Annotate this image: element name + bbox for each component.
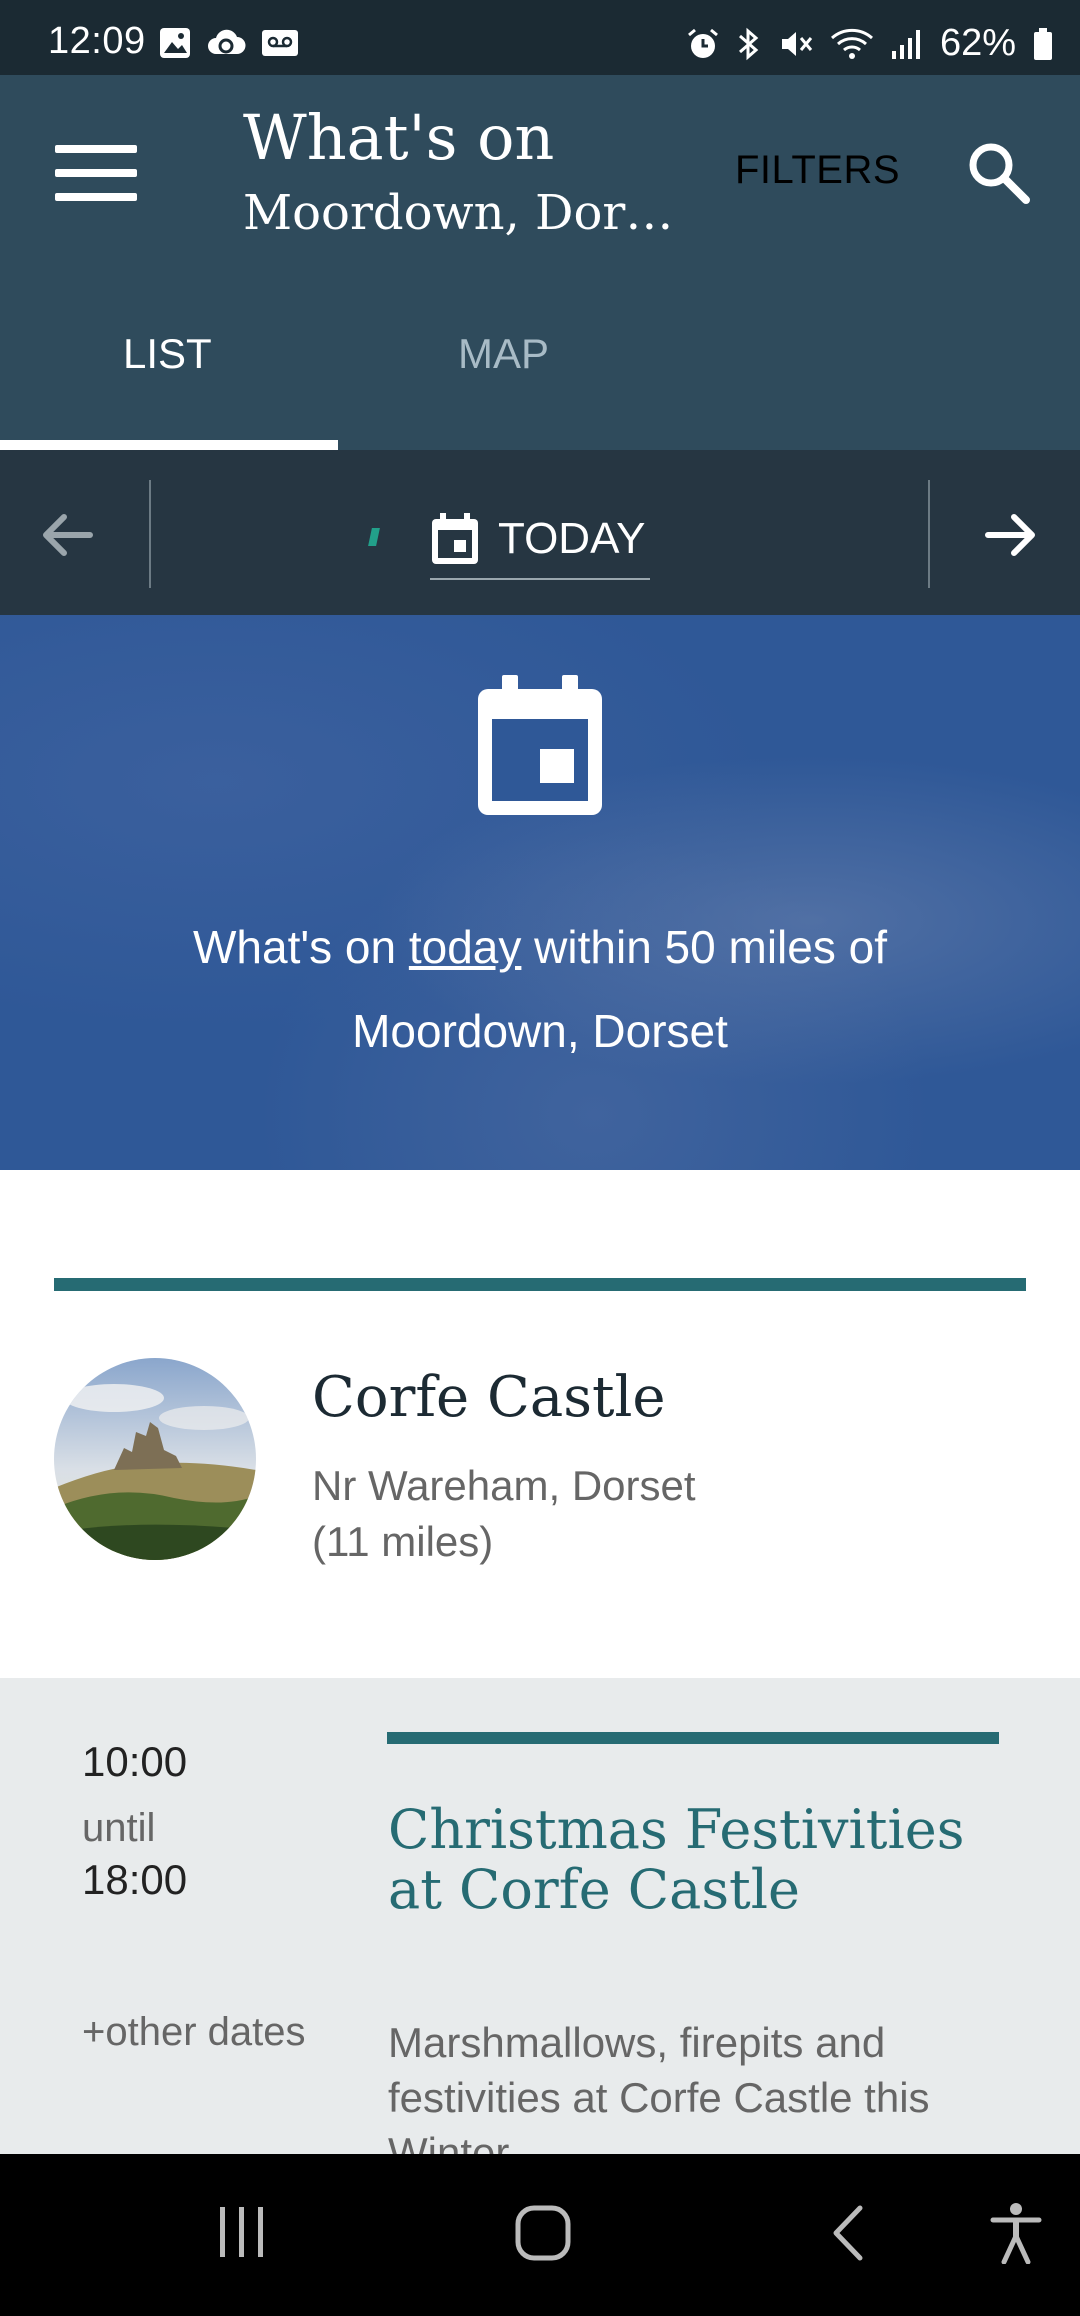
arrow-right-icon[interactable] [980,505,1040,565]
castle-image [54,1358,256,1560]
divider [928,480,930,588]
location-subtitle[interactable]: Moordown, Dor… [243,178,673,248]
venue-location: Nr Wareham, Dorset (11 miles) [312,1458,696,1570]
home-icon[interactable] [514,2204,572,2262]
search-icon[interactable] [966,140,1032,206]
recent-apps-icon[interactable] [214,2204,270,2260]
venue-address: Nr Wareham, Dorset [312,1462,696,1509]
menu-icon[interactable] [55,145,137,201]
tab-map[interactable]: MAP [458,330,549,378]
back-icon[interactable] [826,2204,870,2262]
bluetooth-icon [738,27,759,60]
status-time: 12:09 [48,20,146,62]
event-title[interactable]: Christmas Festivities at Corfe Castle [388,1800,1028,1920]
arrow-left-icon[interactable] [38,505,98,565]
venue-name[interactable]: Corfe Castle [312,1365,666,1430]
divider [149,480,151,588]
section-divider [54,1278,1026,1291]
gallery-icon [160,28,190,58]
battery-icon [1034,27,1052,60]
date-label: TODAY [498,514,646,563]
calendar-icon [432,513,478,564]
cloud-sync-icon [208,29,246,54]
status-system-icons: 62% [686,22,1054,65]
event-until-label: until [82,1806,156,1850]
today-link[interactable]: today [409,921,522,973]
calendar-icon [478,675,602,815]
status-bar: 12:09 62% [0,0,1080,75]
tab-selected-indicator [0,440,338,450]
wifi-icon [830,28,873,59]
mute-icon [781,31,813,56]
alarm-icon [687,28,718,58]
event-start-time: 10:00 [82,1738,188,1785]
date-selector-button[interactable]: TODAY [430,500,650,580]
app-bar-titles: What's on Moordown, Dor… [243,98,673,248]
event-divider [387,1732,999,1744]
voicemail-icon [262,30,298,56]
venue-distance: (11 miles) [312,1518,494,1565]
venue-thumbnail[interactable] [54,1358,256,1560]
battery-percent: 62% [939,22,1016,64]
page-title: What's on [243,101,555,174]
signal-icon [891,29,920,59]
event-end-time: 18:00 [82,1856,188,1903]
accessibility-icon[interactable] [990,2202,1042,2264]
system-nav-bar [0,2154,1080,2316]
filters-button[interactable]: FILTERS [735,148,900,193]
other-dates-link[interactable]: +other dates [82,2010,306,2055]
hero-description: What's on today within 50 miles of Moord… [100,905,980,1073]
tab-list[interactable]: LIST [123,330,212,378]
hero-text-prefix: What's on [192,921,409,973]
status-notification-icons [158,26,300,60]
